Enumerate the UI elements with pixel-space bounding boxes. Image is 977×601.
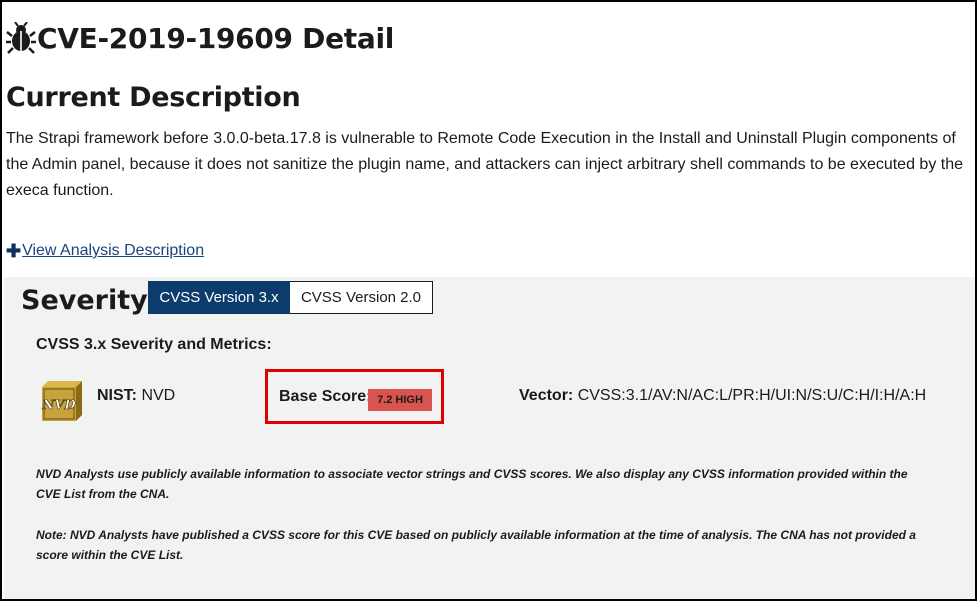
vector-value[interactable]: CVSS:3.1/AV:N/AC:L/PR:H/UI:N/S:U/C:H/I:H… xyxy=(578,387,927,404)
base-score-badge[interactable]: 7.2 HIGH xyxy=(368,389,432,411)
metrics-heading: CVSS 3.x Severity and Metrics: xyxy=(36,336,272,353)
vector-label: Vector: xyxy=(519,387,574,404)
source-info: NIST: NVD xyxy=(97,387,175,405)
page-title: CVE-2019-19609 Detail xyxy=(37,21,395,55)
current-description-heading: Current Description xyxy=(6,82,301,113)
source-value: NVD xyxy=(141,387,176,404)
bug-icon xyxy=(6,21,36,54)
cvss-version-tabs: CVSS Version 3.x CVSS Version 2.0 xyxy=(148,281,433,314)
vector-info: Vector: CVSS:3.1/AV:N/AC:L/PR:H/UI:N/S:U… xyxy=(519,387,926,405)
nvd-analysts-note: NVD Analysts use publicly available info… xyxy=(36,467,908,501)
plus-icon: ✚ xyxy=(6,241,22,261)
base-score-highlight: Base Score: 7.2 HIGH xyxy=(265,369,444,424)
severity-panel: Severity CVSS Version 3.x CVSS Version 2… xyxy=(4,277,975,599)
tab-cvss-3x[interactable]: CVSS Version 3.x xyxy=(148,281,290,314)
base-score-label: Base Score: xyxy=(279,388,372,405)
cna-score-note: Note: NVD Analysts have published a CVSS… xyxy=(36,528,916,562)
tab-cvss-2[interactable]: CVSS Version 2.0 xyxy=(290,281,433,314)
source-label: NIST: xyxy=(97,387,137,404)
nvd-logo-icon: NVD xyxy=(38,379,90,423)
svg-text:NVD: NVD xyxy=(41,398,76,413)
view-analysis-toggle[interactable]: ✚ View Analysis Description xyxy=(6,240,204,262)
page-title-row: CVE-2019-19609 Detail xyxy=(6,18,394,58)
severity-heading: Severity xyxy=(21,285,148,316)
page-frame: CVE-2019-19609 Detail Current Descriptio… xyxy=(0,0,977,601)
description-text: The Strapi framework before 3.0.0-beta.1… xyxy=(6,130,964,199)
view-analysis-description-link[interactable]: View Analysis Description xyxy=(22,242,204,260)
